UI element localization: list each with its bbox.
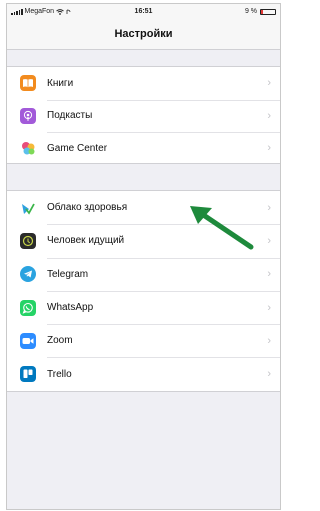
chevron-right-icon: › <box>267 142 271 155</box>
settings-row-label: Trello <box>47 368 72 380</box>
zoom-icon <box>20 332 36 349</box>
chevron-right-icon: › <box>267 109 271 122</box>
settings-row-label: Zoom <box>47 335 73 347</box>
health-cloud-icon <box>20 199 36 216</box>
chevron-right-icon: › <box>267 77 271 90</box>
chevron-right-icon: › <box>267 201 271 214</box>
settings-row-podcasts[interactable]: Подкасты › <box>7 99 280 133</box>
chevron-right-icon: › <box>267 234 271 247</box>
books-icon <box>20 75 36 92</box>
chevron-right-icon: › <box>267 368 271 381</box>
page-title: Настройки <box>114 28 173 40</box>
status-bar: MegaFon 16:51 9 % <box>7 4 280 20</box>
settings-row-whatsapp[interactable]: WhatsApp › <box>7 290 280 324</box>
settings-row-telegram[interactable]: Telegram › <box>7 257 280 291</box>
telegram-icon <box>20 266 36 283</box>
settings-row-label: WhatsApp <box>47 302 94 314</box>
settings-row-label: Game Center <box>47 142 108 154</box>
whatsapp-icon <box>20 299 36 316</box>
settings-row-label: Подкасты <box>47 110 93 122</box>
battery-percent: 9 % <box>244 8 257 15</box>
chevron-right-icon: › <box>267 268 271 281</box>
podcasts-icon <box>20 107 36 124</box>
settings-row-label: Книги <box>47 77 74 89</box>
nav-bar: Настройки <box>7 20 280 50</box>
settings-row-zoom[interactable]: Zoom › <box>7 324 280 357</box>
status-time: 16:51 <box>134 8 153 15</box>
settings-row-books[interactable]: Книги › <box>7 67 280 100</box>
battery-level-fill <box>261 9 263 14</box>
trello-icon <box>20 366 36 383</box>
game-center-icon <box>20 140 36 157</box>
battery-icon <box>260 8 276 15</box>
settings-row-trello[interactable]: Trello › <box>7 357 280 390</box>
phone-screen: MegaFon 16:51 9 % Настройки Книги › Подк… <box>6 3 281 510</box>
status-right: 9 % <box>245 8 276 15</box>
chevron-right-icon: › <box>267 301 271 314</box>
chevron-right-icon: › <box>267 334 271 347</box>
settings-row-game-center[interactable]: Game Center › <box>7 132 280 165</box>
annotation-arrow-icon <box>190 206 254 250</box>
settings-row-label: Telegram <box>47 268 89 280</box>
settings-group-apple: Книги › Подкасты › Game Center › <box>7 66 280 164</box>
walking-man-icon <box>20 232 36 249</box>
